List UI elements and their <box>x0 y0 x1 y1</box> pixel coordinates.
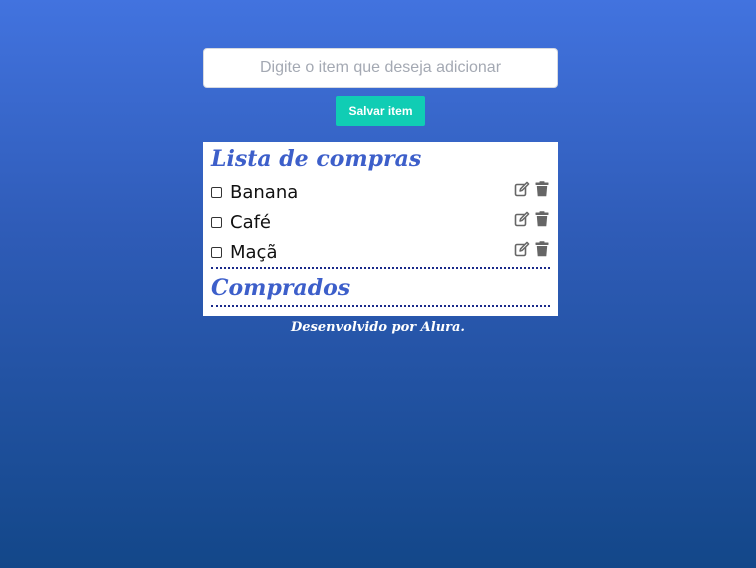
list-item: Banana <box>211 178 550 208</box>
item-label: Café <box>230 212 272 233</box>
edit-icon[interactable] <box>514 211 530 227</box>
bought-list-title: Comprados <box>211 275 351 301</box>
list-item: Café <box>211 208 550 238</box>
item-input[interactable] <box>203 48 558 88</box>
trash-icon[interactable] <box>534 241 550 257</box>
edit-icon[interactable] <box>514 241 530 257</box>
item-checkbox[interactable] <box>211 217 222 228</box>
list-item: Maçã <box>211 238 550 268</box>
item-actions <box>514 211 550 229</box>
item-label: Maçã <box>230 242 278 263</box>
save-item-button[interactable]: Salvar item <box>336 96 425 126</box>
shopping-list: Banana Café Maçã <box>211 178 550 268</box>
footer-credit: Desenvolvido por Alura. <box>291 320 465 335</box>
bought-divider <box>211 305 550 307</box>
item-actions <box>514 181 550 199</box>
trash-icon[interactable] <box>534 211 550 227</box>
list-panel: Lista de compras Banana Café Maçã Compra… <box>203 142 558 316</box>
trash-icon[interactable] <box>534 181 550 197</box>
list-divider <box>211 267 550 269</box>
item-actions <box>514 241 550 259</box>
item-checkbox[interactable] <box>211 187 222 198</box>
shopping-list-title: Lista de compras <box>211 146 422 172</box>
item-checkbox[interactable] <box>211 247 222 258</box>
item-label: Banana <box>230 182 299 203</box>
item-input-wrapper <box>203 48 558 88</box>
edit-icon[interactable] <box>514 181 530 197</box>
